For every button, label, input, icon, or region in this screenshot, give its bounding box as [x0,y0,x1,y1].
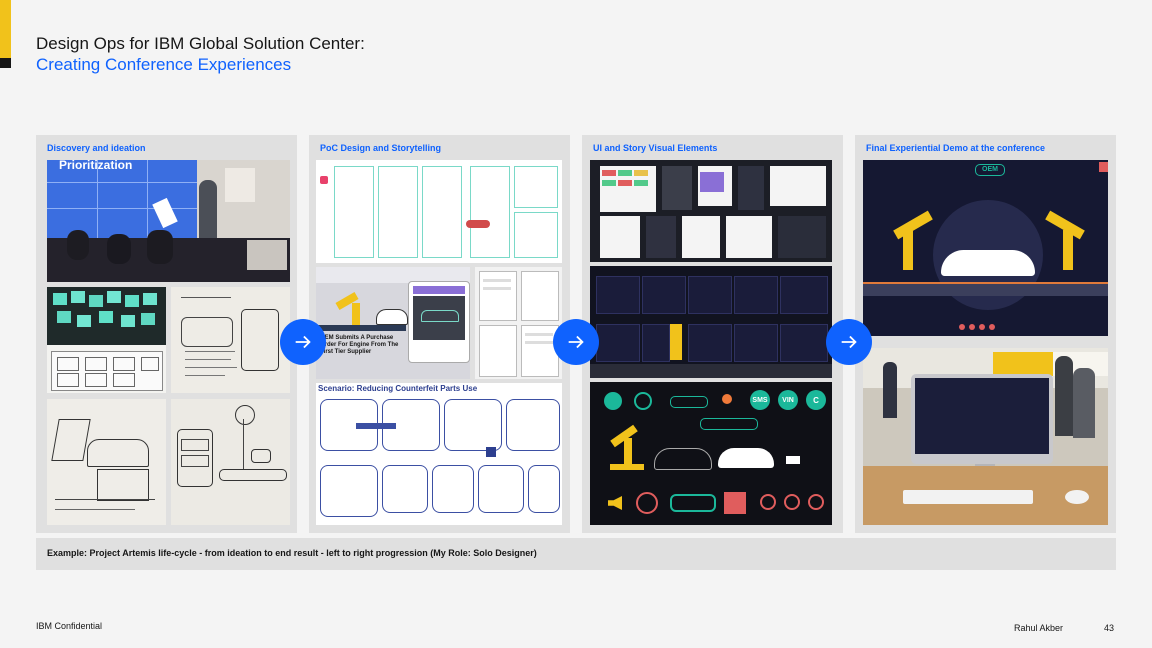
screen-sign-oem: OEM [975,164,1005,176]
photo-sketch-conveyor [171,399,290,525]
page-subtitle: Creating Conference Experiences [36,55,292,74]
image-wireframe-flow [316,160,562,263]
panel-label-final: Final Experiential Demo at the conferenc… [866,143,1046,153]
image-demo-screen: OEM [863,160,1108,336]
panel-label-poc: PoC Design and Storytelling [320,143,442,153]
footer-author: Rahul Akber [1014,623,1064,633]
image-ui-screens [590,160,832,262]
image-dashboard-screens [590,266,832,378]
arrow-right-icon [826,319,872,365]
tablet-scene-text: OEM Submits A Purchase Order For Engine … [320,335,399,355]
panel-ui-elements: UI and Story Visual Elements SMS VIN C [582,135,843,533]
image-form-screens [475,267,562,379]
panel-discovery: Discovery and ideation Prioritization [36,135,297,533]
image-icon-set: SMS VIN C [590,382,832,525]
panel-label-discovery: Discovery and ideation [47,143,146,153]
arrow-right-icon [553,319,599,365]
panel-final-demo: Final Experiential Demo at the conferenc… [855,135,1116,533]
caption-text: Example: Project Artemis life-cycle - fr… [47,548,537,558]
photo-sketch-factory [47,399,166,525]
panel-label-ui: UI and Story Visual Elements [593,143,718,153]
page-title: Design Ops for IBM Global Solution Cente… [36,34,365,53]
image-scenario-storyboard: Scenario: Reducing Counterfeit Parts Use [316,383,562,525]
page-number: 43 [1104,623,1115,633]
icon-c: C [806,390,826,410]
caption-bar: Example: Project Artemis life-cycle - fr… [36,538,1116,570]
icon-sms: SMS [750,390,770,410]
photo-text-prioritization: Prioritization [59,160,133,172]
accent-bar-dark [0,58,11,68]
photo-conference-booth [863,348,1108,525]
footer-confidential: IBM Confidential [36,621,103,631]
panel-poc-design: PoC Design and Storytelling OEM Submits … [309,135,570,533]
accent-bar-yellow [0,0,11,58]
icon-vin: VIN [778,390,798,410]
image-tablet-scene: OEM Submits A Purchase Order For Engine … [316,267,470,379]
photo-sketch-wireframe [171,287,290,393]
scenario-title: Scenario: Reducing Counterfeit Parts Use [318,384,478,393]
arrow-right-icon [280,319,326,365]
photo-presentation: Prioritization [47,160,290,282]
photo-sticky-notes [47,287,166,393]
